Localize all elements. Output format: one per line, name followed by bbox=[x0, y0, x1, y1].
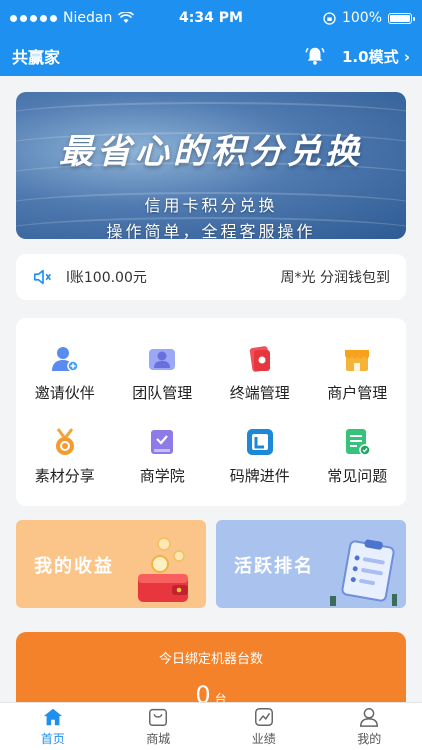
rotation-lock-icon bbox=[323, 11, 336, 25]
menu-item-business-school[interactable]: 商学院 bbox=[114, 415, 212, 498]
tab-label: 我的 bbox=[357, 732, 382, 746]
wifi-icon bbox=[118, 12, 135, 23]
tab-home[interactable]: 首页 bbox=[0, 703, 106, 750]
performance-icon bbox=[254, 708, 273, 726]
notice-bar[interactable]: l账100.00元 周*光 分润钱包到 bbox=[16, 254, 406, 300]
tab-label: 商城 bbox=[146, 732, 171, 746]
tab-label: 业绩 bbox=[251, 732, 276, 746]
profile-icon bbox=[360, 708, 379, 727]
battery-percent: 100% bbox=[341, 10, 382, 26]
material-share-icon bbox=[55, 428, 74, 455]
status-bar: Niedan 4:34 PM 100% bbox=[0, 0, 422, 36]
qr-code-onboarding-icon bbox=[246, 429, 273, 455]
banner-description: 操作简单，全程客服操作 bbox=[106, 222, 316, 239]
business-school-icon bbox=[151, 430, 174, 454]
carrier-name: Niedan bbox=[63, 10, 113, 26]
banner-title: 最省心的积分兑换 bbox=[59, 132, 363, 172]
top-navbar: 共赢家 1.0模式 › bbox=[0, 36, 422, 76]
my-income-label: 我的收益 bbox=[34, 556, 114, 577]
menu-item-label: 商学院 bbox=[139, 467, 185, 485]
function-grid: 邀请伙伴 团队管理 终端管理 商户管理 素材分享 商学院 码牌进件 常见问题 bbox=[16, 318, 406, 506]
my-income-card[interactable]: 我的收益 bbox=[16, 520, 206, 608]
notice-text-right: 周*光 分润钱包到 bbox=[280, 270, 390, 286]
notice-text-left: l账100.00元 bbox=[66, 270, 147, 286]
mode-switch-button[interactable]: 1.0模式 › bbox=[342, 46, 410, 67]
clipboard-icon bbox=[330, 539, 397, 606]
speaker-icon bbox=[33, 269, 51, 285]
menu-item-merchant-management[interactable]: 商户管理 bbox=[309, 332, 407, 415]
tab-performance[interactable]: 业绩 bbox=[211, 703, 317, 750]
menu-item-label: 商户管理 bbox=[327, 384, 388, 402]
mode-label: 1.0模式 bbox=[342, 47, 399, 66]
invite-partner-icon bbox=[51, 347, 79, 372]
menu-item-label: 码牌进件 bbox=[229, 467, 290, 485]
menu-item-label: 素材分享 bbox=[34, 467, 95, 485]
status-left: Niedan bbox=[10, 10, 135, 26]
stats-label: 今日绑定机器台数 bbox=[158, 652, 263, 667]
faq-icon bbox=[346, 429, 371, 456]
menu-item-faq[interactable]: 常见问题 bbox=[309, 415, 407, 498]
home-icon bbox=[43, 708, 62, 726]
tab-label: 首页 bbox=[40, 732, 65, 746]
menu-item-invite-partner[interactable]: 邀请伙伴 bbox=[16, 332, 114, 415]
menu-item-label: 团队管理 bbox=[132, 384, 193, 402]
shop-icon bbox=[149, 708, 168, 726]
tab-shop[interactable]: 商城 bbox=[106, 703, 212, 750]
merchant-management-icon bbox=[345, 350, 370, 371]
active-ranking-label: 活跃排名 bbox=[234, 556, 314, 577]
menu-item-label: 终端管理 bbox=[229, 384, 290, 402]
banner-subtitle: 信用卡积分兑换 bbox=[144, 196, 278, 215]
menu-item-qr-code-onboarding[interactable]: 码牌进件 bbox=[211, 415, 309, 498]
app-title: 共赢家 bbox=[12, 48, 61, 67]
menu-item-material-share[interactable]: 素材分享 bbox=[16, 415, 114, 498]
chevron-right-icon: › bbox=[403, 47, 410, 66]
tab-profile[interactable]: 我的 bbox=[317, 703, 422, 750]
bottom-tabbar: 首页 商城 业绩 我的 bbox=[0, 702, 422, 750]
menu-item-terminal-management[interactable]: 终端管理 bbox=[211, 332, 309, 415]
terminal-management-icon bbox=[249, 346, 270, 372]
menu-item-label: 邀请伙伴 bbox=[34, 384, 95, 402]
nav-actions: 1.0模式 › bbox=[304, 45, 410, 67]
bell-icon[interactable] bbox=[304, 45, 326, 67]
status-right: 100% bbox=[323, 10, 415, 26]
wallet-coins-icon bbox=[138, 537, 188, 602]
battery-icon bbox=[388, 12, 415, 24]
menu-item-team-management[interactable]: 团队管理 bbox=[114, 332, 212, 415]
team-management-icon bbox=[149, 349, 176, 370]
promo-banner[interactable]: 最省心的积分兑换 信用卡积分兑换 操作简单，全程客服操作 bbox=[16, 92, 406, 239]
active-ranking-card[interactable]: 活跃排名 bbox=[216, 520, 406, 608]
signal-icon bbox=[10, 14, 57, 22]
menu-item-label: 常见问题 bbox=[327, 467, 388, 485]
